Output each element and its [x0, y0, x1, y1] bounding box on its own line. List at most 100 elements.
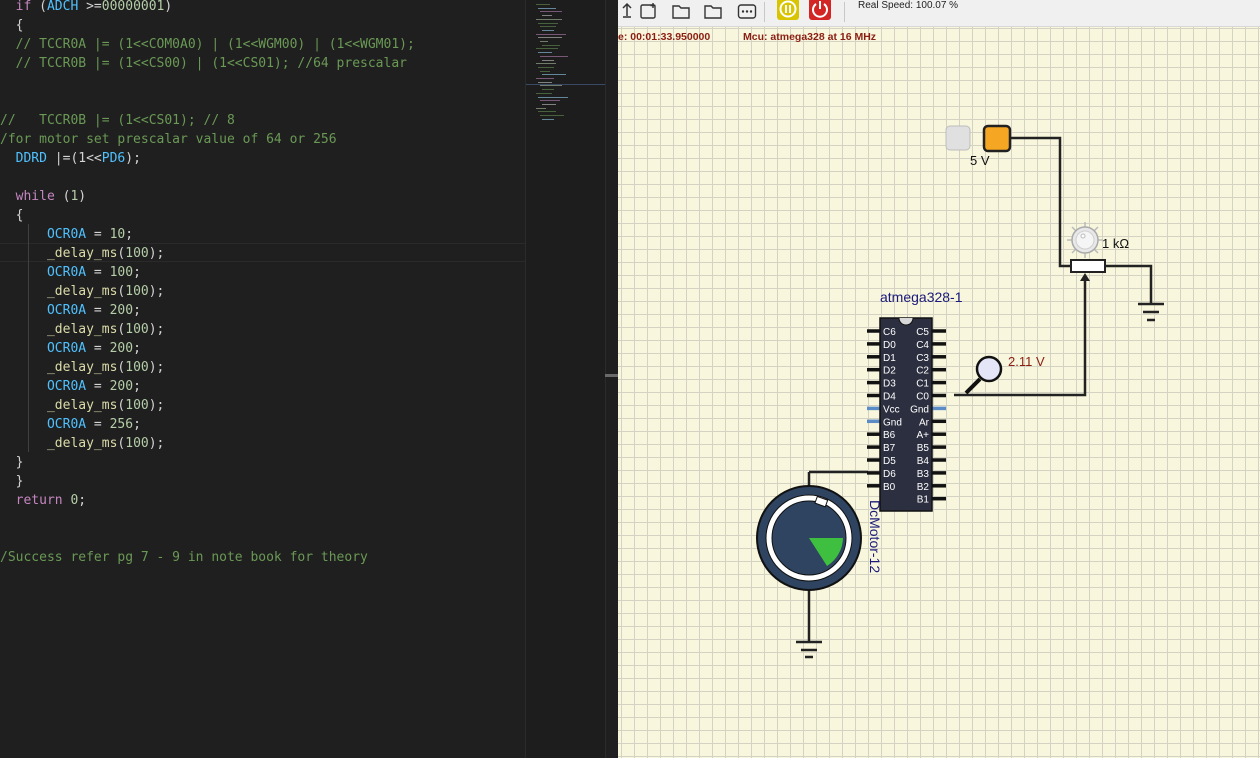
- code-line[interactable]: OCR0A = 200;: [0, 301, 141, 320]
- minimap-viewport[interactable]: [526, 84, 606, 93]
- code-line[interactable]: {: [0, 16, 24, 35]
- chip-pin-label: B1: [917, 495, 930, 506]
- code-line[interactable]: OCR0A = 10;: [0, 225, 133, 244]
- supply-off-button[interactable]: [945, 125, 971, 151]
- code-token: _delay_ms: [46, 360, 118, 375]
- code-line[interactable]: // TCCR0B |= (1<<CS01); // 8: [0, 111, 235, 130]
- wire-supply-pot[interactable]: [1010, 136, 1071, 268]
- pot-body: [1070, 259, 1106, 273]
- code-line[interactable]: DDRD |=(1<<PD6);: [0, 149, 141, 168]
- motor-label: DcMotor-12: [867, 500, 883, 573]
- code-line[interactable]: _delay_ms(100);: [0, 320, 164, 339]
- code-token: _delay_ms: [46, 322, 118, 337]
- chip-pin-label: C3: [916, 353, 929, 364]
- code-token: ;: [78, 493, 87, 508]
- code-token: {: [0, 208, 24, 223]
- dc-motor[interactable]: DcMotor-12: [756, 485, 883, 591]
- code-line[interactable]: // TCCR0A |= (1<<COM0A0) | (1<<WGM00) | …: [0, 35, 415, 54]
- minimap-line: [538, 7, 556, 9]
- supply-on-button[interactable]: [982, 124, 1012, 153]
- code-token: );: [148, 436, 165, 451]
- code-token: ADCH: [46, 0, 79, 14]
- code-token: 100: [109, 265, 134, 280]
- supply-switch[interactable]: 5 V: [945, 124, 1012, 168]
- supply-voltage-label: 5 V: [970, 153, 990, 168]
- code-token: /Success refer pg 7 - 9 in note book for…: [0, 550, 368, 565]
- code-line[interactable]: OCR0A = 256;: [0, 415, 141, 434]
- code-token: ;: [133, 341, 141, 356]
- code-line[interactable]: {: [0, 206, 24, 225]
- code-line[interactable]: OCR0A = 200;: [0, 377, 141, 396]
- code-token: if: [15, 0, 32, 14]
- minimap-line: [542, 44, 560, 46]
- minimap-line: [538, 81, 552, 83]
- code-token: );: [148, 360, 165, 375]
- minimap-line: [542, 59, 554, 61]
- chip-pin-label: D6: [883, 469, 896, 480]
- chip-pin-label: D4: [883, 392, 896, 403]
- code-token: ;: [133, 417, 141, 432]
- code-token: // TCCR0B |= (1<<CS00) | (1<<CS01); //64…: [0, 56, 407, 71]
- code-line[interactable]: _delay_ms(100);: [0, 358, 164, 377]
- code-line[interactable]: while (1): [0, 187, 86, 206]
- code-line[interactable]: return 0;: [0, 491, 86, 510]
- code-line[interactable]: OCR0A = 100;: [0, 263, 141, 282]
- code-token: // TCCR0A |= (1<<COM0A0) | (1<<WGM00) | …: [0, 37, 415, 52]
- vertical-scrollbar[interactable]: [605, 0, 618, 758]
- code-line[interactable]: }: [0, 472, 24, 491]
- code-line[interactable]: _delay_ms(100);: [0, 434, 164, 453]
- code-line[interactable]: /for motor set prescalar value of 64 or …: [0, 130, 337, 149]
- code-token: (: [31, 0, 47, 14]
- code-line[interactable]: }: [0, 453, 24, 472]
- minimap[interactable]: [525, 0, 606, 758]
- code-token: /for motor set prescalar value of 64 or …: [0, 132, 337, 147]
- code-token: OCR0A: [46, 417, 87, 432]
- code-line[interactable]: // TCCR0B |= (1<<CS00) | (1<<CS01); //64…: [0, 54, 407, 73]
- potentiometer[interactable]: 1 kΩ: [1067, 222, 1129, 281]
- code-token: _delay_ms: [46, 398, 118, 413]
- wire-pot-ground[interactable]: [1105, 264, 1153, 298]
- minimap-line: [538, 96, 568, 98]
- atmega328-chip[interactable]: C6 D0 D1 D2 D3 D4Vcc Gnd B6 B7 D5 D6 B0 C5 C4 C3 C2 C1 C…: [867, 317, 946, 512]
- code-token: DDRD: [15, 151, 47, 166]
- pot-resistance-label: 1 kΩ: [1102, 236, 1129, 251]
- code-line[interactable]: if (ADCH >=00000001): [0, 0, 173, 16]
- mcu-label: atmega328-1: [880, 289, 963, 305]
- chip-pin-label: B2: [917, 482, 930, 493]
- code-token: 100: [125, 436, 149, 451]
- code-line[interactable]: _delay_ms(100);: [0, 282, 164, 301]
- ground-icon: [796, 636, 822, 659]
- minimap-line: [538, 37, 562, 39]
- code-token: =: [86, 227, 110, 242]
- voltage-probe[interactable]: 2.11 V: [964, 354, 1045, 395]
- chip-pin-label: D2: [883, 366, 896, 377]
- code-token: );: [125, 151, 141, 166]
- code-line[interactable]: /Success refer pg 7 - 9 in note book for…: [0, 548, 368, 567]
- chip-pin-label: C4: [916, 340, 929, 351]
- code-line[interactable]: _delay_ms(100);: [0, 244, 164, 263]
- code-token: 256: [109, 417, 134, 432]
- code-token: =: [86, 341, 110, 356]
- pot-knob-icon[interactable]: [1067, 222, 1103, 258]
- code-token: );: [148, 246, 165, 261]
- code-token: 200: [109, 379, 134, 394]
- chip-pin-label: B4: [917, 456, 930, 467]
- code-editor[interactable]: if (ADCH >=00000001) { // TCCR0A |= (1<<…: [0, 0, 525, 758]
- minimap-line: [538, 22, 558, 24]
- wire-pot-c0[interactable]: [954, 276, 1087, 397]
- scrollbar-thumb[interactable]: [605, 374, 618, 377]
- code-line[interactable]: _delay_ms(100);: [0, 396, 164, 415]
- simulator-panel[interactable]: Real Speed: 100.07 % e: 00:01:33.950000 …: [618, 0, 1260, 758]
- chip-pin-label: B6: [883, 430, 896, 441]
- code-line[interactable]: OCR0A = 200;: [0, 339, 141, 358]
